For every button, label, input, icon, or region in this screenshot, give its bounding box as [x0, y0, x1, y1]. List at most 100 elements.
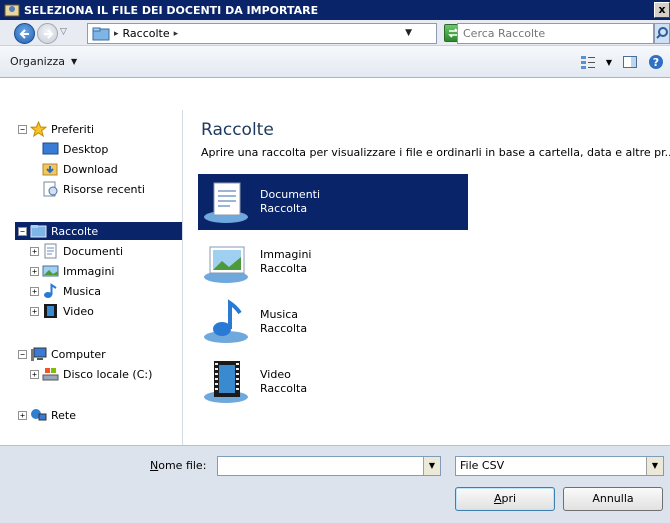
expand-icon[interactable]: + [30, 266, 39, 276]
window-title: SELEZIONA IL FILE DEI DOCENTI DA IMPORTA… [24, 3, 319, 17]
nav-item-video[interactable]: + Video [30, 302, 94, 320]
toolbar-view-controls: ▼ ? [580, 54, 664, 70]
expand-icon[interactable]: + [30, 286, 39, 296]
search-button[interactable] [654, 23, 670, 44]
nav-item-disco-locale[interactable]: + Disco locale (C:) [30, 365, 152, 383]
nav-label: Raccolte [51, 224, 99, 238]
nav-label: Preferiti [51, 122, 95, 136]
collapse-icon[interactable]: − [18, 349, 27, 359]
nav-item-desktop[interactable]: Desktop [42, 140, 108, 158]
recent-pages-chevron-icon[interactable]: ▽ [60, 27, 67, 37]
nav-item-musica[interactable]: + Musica [30, 282, 101, 300]
download-folder-icon [42, 163, 58, 176]
nav-item-immagini[interactable]: + Immagini [30, 262, 114, 280]
nav-item-computer[interactable]: − Computer [18, 345, 106, 363]
help-icon[interactable]: ? [648, 54, 664, 70]
close-button[interactable]: x [654, 2, 670, 18]
collapse-icon[interactable]: − [18, 124, 27, 134]
documents-library-icon [204, 182, 248, 223]
dialog-footer: Nome file: ▼ File CSV ▼ Apri Annulla [0, 445, 670, 523]
search-field[interactable] [457, 23, 654, 44]
pictures-library-icon [204, 246, 248, 283]
breadcrumb[interactable]: ▸ Raccolte ▸ ▼ [87, 23, 437, 44]
music-icon [44, 283, 57, 298]
nav-label: Download [63, 162, 118, 176]
nav-label: Risorse recenti [63, 182, 145, 196]
breadcrumb-separator-icon[interactable]: ▸ [174, 29, 179, 39]
video-icon [44, 304, 57, 318]
nav-label: Immagini [63, 264, 115, 278]
library-item-video[interactable]: Video Raccolta [198, 354, 468, 410]
filetype-select[interactable]: File CSV ▼ [455, 456, 664, 476]
nav-label: Rete [51, 408, 76, 422]
svg-text:?: ? [653, 56, 659, 69]
expand-icon[interactable]: + [30, 246, 39, 256]
libraries-icon [30, 225, 47, 238]
expand-icon[interactable]: + [18, 410, 27, 420]
open-label-text: pri [501, 492, 517, 505]
music-library-icon [204, 299, 248, 343]
page-title: Raccolte [201, 120, 274, 140]
back-arrow-icon [19, 29, 29, 39]
nav-item-download[interactable]: Download [42, 160, 118, 178]
filename-label: Nome file: [150, 459, 206, 472]
expand-icon[interactable]: + [30, 369, 39, 379]
nav-item-risorse-recenti[interactable]: Risorse recenti [42, 180, 145, 198]
search-input[interactable] [463, 27, 653, 40]
library-item-musica[interactable]: Musica Raccolta [198, 294, 468, 350]
forward-arrow-icon [44, 29, 54, 39]
nav-label: Video [63, 304, 94, 318]
filename-input[interactable] [218, 457, 418, 475]
view-options-chevron-icon[interactable]: ▼ [606, 58, 612, 67]
library-name: Immagini [260, 248, 312, 261]
breadcrumb-item-raccolte[interactable]: Raccolte [123, 27, 170, 40]
organize-menu-button[interactable]: Organizza ▼ [10, 55, 77, 68]
filename-label-accelerator: N [150, 459, 159, 472]
nav-label: Musica [63, 284, 102, 298]
forward-button[interactable] [37, 23, 58, 44]
star-icon [30, 121, 47, 137]
expand-icon[interactable]: + [30, 306, 39, 316]
video-library-icon [204, 361, 248, 403]
search-icon [656, 27, 668, 39]
library-type: Raccolta [260, 262, 308, 275]
cancel-button[interactable]: Annulla [563, 487, 663, 511]
open-button[interactable]: Apri [455, 487, 555, 511]
chevron-down-icon: ▼ [71, 57, 78, 66]
library-type: Raccolta [260, 322, 308, 335]
filename-label-text: ome file: [158, 459, 207, 472]
filename-combobox[interactable]: ▼ [217, 456, 441, 476]
preview-pane-icon[interactable] [622, 54, 638, 70]
filename-dropdown-button[interactable]: ▼ [423, 457, 440, 475]
nav-item-raccolte[interactable]: − Raccolte [15, 222, 182, 240]
library-item-documenti[interactable]: Documenti Raccolta [198, 174, 468, 230]
nav-item-rete[interactable]: + Rete [18, 406, 76, 424]
breadcrumb-separator-icon[interactable]: ▸ [114, 29, 119, 39]
recent-places-icon [43, 181, 58, 197]
library-item-immagini[interactable]: Immagini Raccolta [198, 234, 468, 290]
libraries-folder-icon [92, 27, 110, 40]
page-description: Aprire una raccolta per visualizzare i f… [201, 146, 670, 159]
address-bar: ▽ ▸ Raccolte ▸ ▼ [0, 20, 670, 46]
nav-item-preferiti[interactable]: − Preferiti [18, 120, 94, 138]
library-name: Musica [260, 308, 299, 321]
network-icon [31, 409, 47, 421]
content-pane: Raccolte Aprire una raccolta per visuali… [184, 110, 670, 445]
documents-icon [44, 243, 57, 259]
desktop-icon [42, 142, 59, 155]
organize-label: Organizza [10, 55, 66, 68]
nav-label: Disco locale (C:) [63, 367, 153, 381]
back-button[interactable] [14, 23, 35, 44]
nav-item-documenti[interactable]: + Documenti [30, 242, 123, 260]
pictures-icon [42, 265, 59, 277]
nav-label: Desktop [63, 142, 109, 156]
filetype-value: File CSV [460, 459, 505, 472]
library-name: Video [260, 368, 291, 381]
nav-label: Computer [51, 347, 106, 361]
collapse-icon[interactable]: − [18, 226, 27, 236]
library-type: Raccolta [260, 382, 308, 395]
address-dropdown-icon[interactable]: ▼ [405, 28, 412, 38]
filetype-dropdown-button[interactable]: ▼ [646, 457, 663, 475]
change-view-icon[interactable] [580, 54, 596, 70]
library-name: Documenti [260, 188, 321, 201]
